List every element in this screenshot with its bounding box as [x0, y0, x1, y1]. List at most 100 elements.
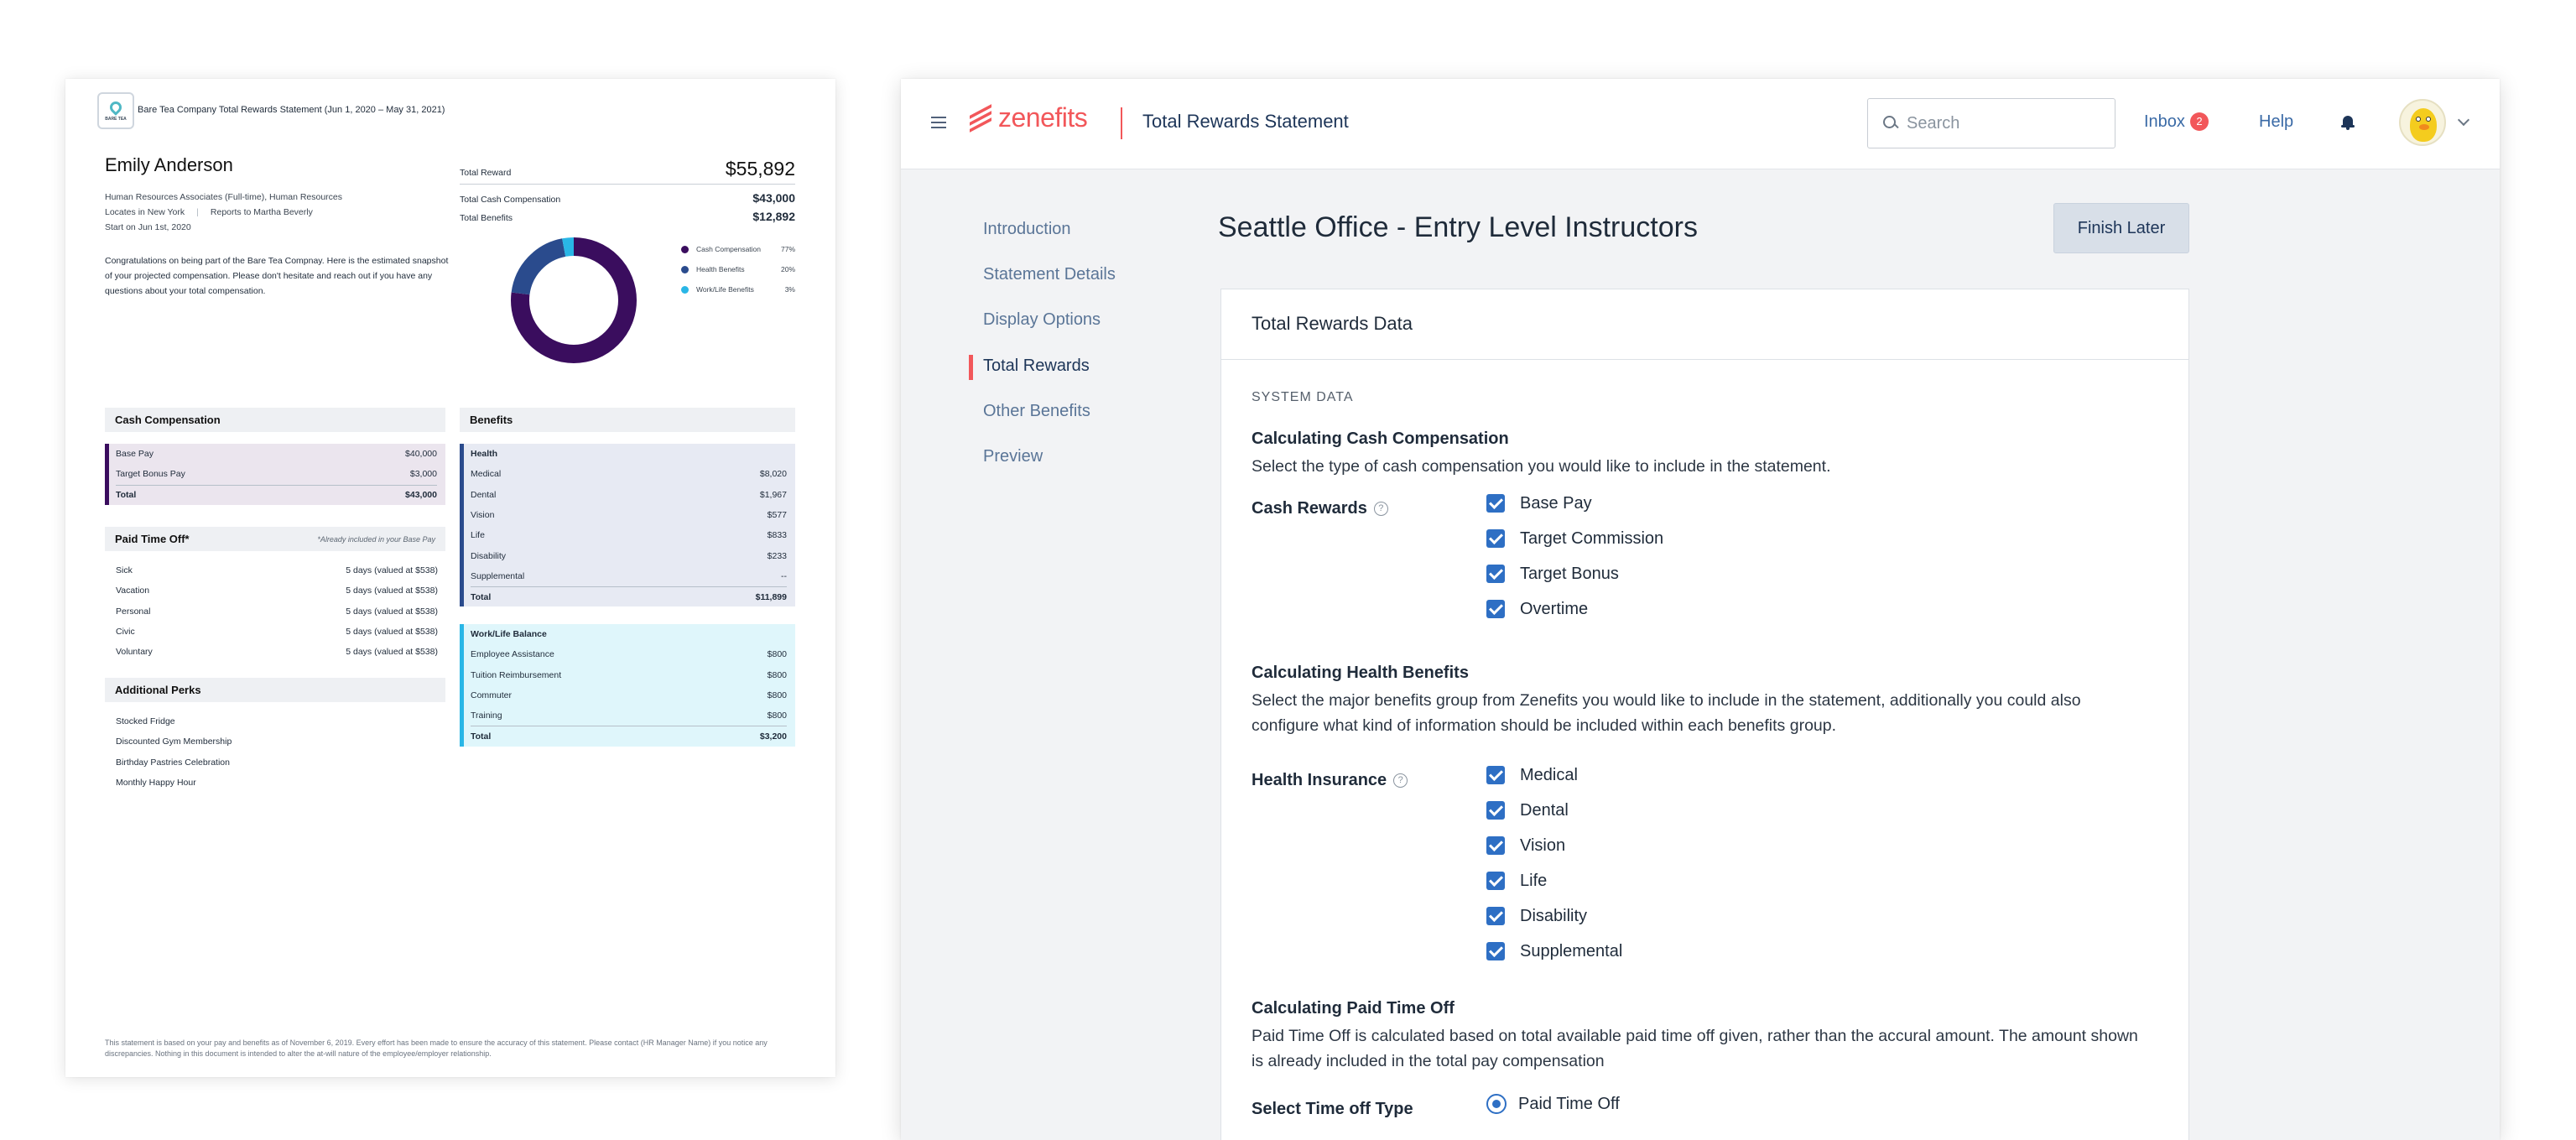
- company-logo: BARE TEA: [97, 92, 134, 129]
- benefits-section-header: Benefits: [460, 408, 795, 432]
- table-row: Vision $577: [471, 505, 787, 525]
- row-label: Civic: [116, 627, 135, 638]
- row-label: Vacation: [116, 586, 150, 596]
- health-insurance-label-text: Health Insurance: [1252, 771, 1387, 789]
- perk-label: Monthly Happy Hour: [116, 778, 196, 789]
- list-item: Monthly Happy Hour: [116, 773, 438, 793]
- radio-label: Paid Time Off: [1518, 1094, 1620, 1113]
- table-row: Supplemental --: [471, 566, 787, 586]
- checkbox-medical[interactable]: Medical: [1486, 757, 1622, 793]
- radio-paid-time-off[interactable]: Paid Time Off: [1486, 1086, 1620, 1122]
- legend-worklife: Work/Life Benefits 3%: [681, 285, 795, 294]
- help-circle-icon[interactable]: ?: [1373, 502, 1388, 516]
- inbox-link[interactable]: Inbox 2: [2144, 112, 2209, 132]
- radio-selected-icon: [1486, 1094, 1507, 1114]
- total-rewards-card: Total Rewards Data SYSTEM DATA Calculati…: [1220, 289, 2189, 1140]
- row-value: $800: [767, 690, 787, 701]
- perks-list: Stocked Fridge Discounted Gym Membership…: [116, 711, 438, 793]
- rewards-donut-chart: [511, 237, 637, 363]
- checkbox-checked-icon: [1486, 942, 1505, 960]
- row-value: 5 days (valued at $538): [346, 627, 438, 638]
- worklife-block: Work/Life Balance Employee Assistance $80…: [460, 624, 795, 747]
- step-nav: Introduction Statement Details Display O…: [969, 206, 1116, 479]
- chevron-down-icon[interactable]: [2457, 113, 2470, 127]
- card-title: Total Rewards Data: [1221, 289, 2188, 360]
- row-label: Disability: [471, 550, 507, 561]
- nav-item-total-rewards[interactable]: Total Rewards: [969, 343, 1116, 388]
- cash-section-header: Cash Compensation: [105, 408, 445, 432]
- checkbox-life[interactable]: Life: [1486, 863, 1622, 898]
- checkbox-overtime[interactable]: Overtime: [1486, 591, 1663, 627]
- bell-icon[interactable]: [2340, 114, 2355, 131]
- total-cash-row: Total Cash Compensation $43,000: [460, 191, 795, 205]
- nav-item-display-options[interactable]: Display Options: [970, 297, 1116, 342]
- nav-item-other-benefits[interactable]: Other Benefits: [970, 388, 1116, 434]
- list-item: Personal 5 days (valued at $538): [116, 601, 438, 622]
- total-cash-value: $43,000: [752, 191, 795, 205]
- help-circle-icon[interactable]: ?: [1393, 773, 1408, 788]
- row-value: $11,899: [755, 591, 787, 602]
- cash-options: Base Pay Target Commission Target Bonus …: [1486, 486, 1663, 627]
- divider: [1121, 107, 1122, 139]
- list-item: Civic 5 days (valued at $538): [116, 622, 438, 642]
- document-header: Bare Tea Company Total Rewards Statement…: [138, 105, 445, 115]
- employee-manager: Reports to Martha Beverly: [210, 207, 313, 217]
- checkbox-checked-icon: [1486, 766, 1505, 784]
- checkbox-target-commission[interactable]: Target Commission: [1486, 521, 1663, 556]
- employee-location: Locates in New York: [105, 207, 185, 217]
- help-link[interactable]: Help: [2259, 112, 2293, 132]
- list-item: Sick 5 days (valued at $538): [116, 560, 438, 580]
- employee-name: Emily Anderson: [105, 154, 233, 175]
- inbox-count-badge: 2: [2189, 112, 2209, 131]
- app-title: Total Rewards Statement: [1142, 111, 1349, 132]
- checkbox-label: Life: [1520, 871, 1548, 890]
- nav-item-introduction[interactable]: Introduction: [970, 206, 1116, 252]
- checkbox-base-pay[interactable]: Base Pay: [1486, 486, 1663, 521]
- menu-icon[interactable]: [931, 117, 946, 132]
- search-box[interactable]: [1867, 98, 2115, 148]
- row-value: $577: [767, 510, 787, 521]
- checkbox-disability[interactable]: Disability: [1486, 898, 1622, 934]
- finish-later-button[interactable]: Finish Later: [2053, 203, 2189, 253]
- time-off-options: Paid Time Off: [1486, 1086, 1620, 1122]
- checkbox-target-bonus[interactable]: Target Bonus: [1486, 556, 1663, 591]
- perk-label: Stocked Fridge: [116, 716, 175, 727]
- health-heading: Calculating Health Benefits: [1252, 664, 1469, 682]
- row-value: 5 days (valued at $538): [346, 565, 438, 576]
- list-item: Stocked Fridge: [116, 711, 438, 731]
- nav-item-statement-details[interactable]: Statement Details: [970, 252, 1116, 297]
- benefits-section-title: Benefits: [470, 414, 513, 426]
- search-input[interactable]: [1907, 113, 2108, 133]
- checkbox-label: Disability: [1520, 906, 1588, 925]
- total-reward-row: Total Reward $55,892: [460, 158, 795, 185]
- checkbox-checked-icon: [1486, 836, 1505, 855]
- checkbox-checked-icon: [1486, 529, 1505, 548]
- legend-label: Work/Life Benefits: [696, 285, 754, 294]
- nav-item-preview[interactable]: Preview: [970, 434, 1116, 479]
- cash-description: Select the type of cash compensation you…: [1252, 457, 1831, 476]
- row-label: Vision: [471, 510, 495, 521]
- legend-cash: Cash Compensation 77%: [681, 245, 795, 253]
- list-item: Vacation 5 days (valued at $538): [116, 580, 438, 601]
- list-item: Discounted Gym Membership: [116, 731, 438, 752]
- row-value: 5 days (valued at $538): [346, 606, 438, 617]
- legend-dot: [681, 245, 689, 253]
- time-off-type-label-text: Select Time off Type: [1252, 1100, 1413, 1118]
- perks-section-title: Additional Perks: [115, 684, 201, 696]
- cash-section-title: Cash Compensation: [115, 414, 221, 426]
- health-options: Medical Dental Vision Life Disability Su…: [1486, 757, 1622, 969]
- checkbox-supplemental[interactable]: Supplemental: [1486, 934, 1622, 969]
- avatar[interactable]: [2399, 99, 2446, 146]
- row-value: $1,967: [759, 489, 787, 500]
- row-label: Total: [116, 490, 137, 501]
- pto-heading: Calculating Paid Time Off: [1252, 999, 1455, 1018]
- legend-dot: [681, 285, 689, 294]
- checkbox-label: Base Pay: [1520, 493, 1592, 513]
- row-label: Medical: [471, 469, 502, 480]
- row-label: Base Pay: [116, 449, 154, 460]
- checkbox-dental[interactable]: Dental: [1486, 793, 1622, 828]
- zenefits-logo[interactable]: zenefits: [970, 102, 1088, 133]
- checkbox-checked-icon: [1486, 801, 1505, 820]
- cash-block: Base Pay $40,000 Target Bonus Pay $3,000 T…: [105, 444, 445, 505]
- checkbox-vision[interactable]: Vision: [1486, 828, 1622, 863]
